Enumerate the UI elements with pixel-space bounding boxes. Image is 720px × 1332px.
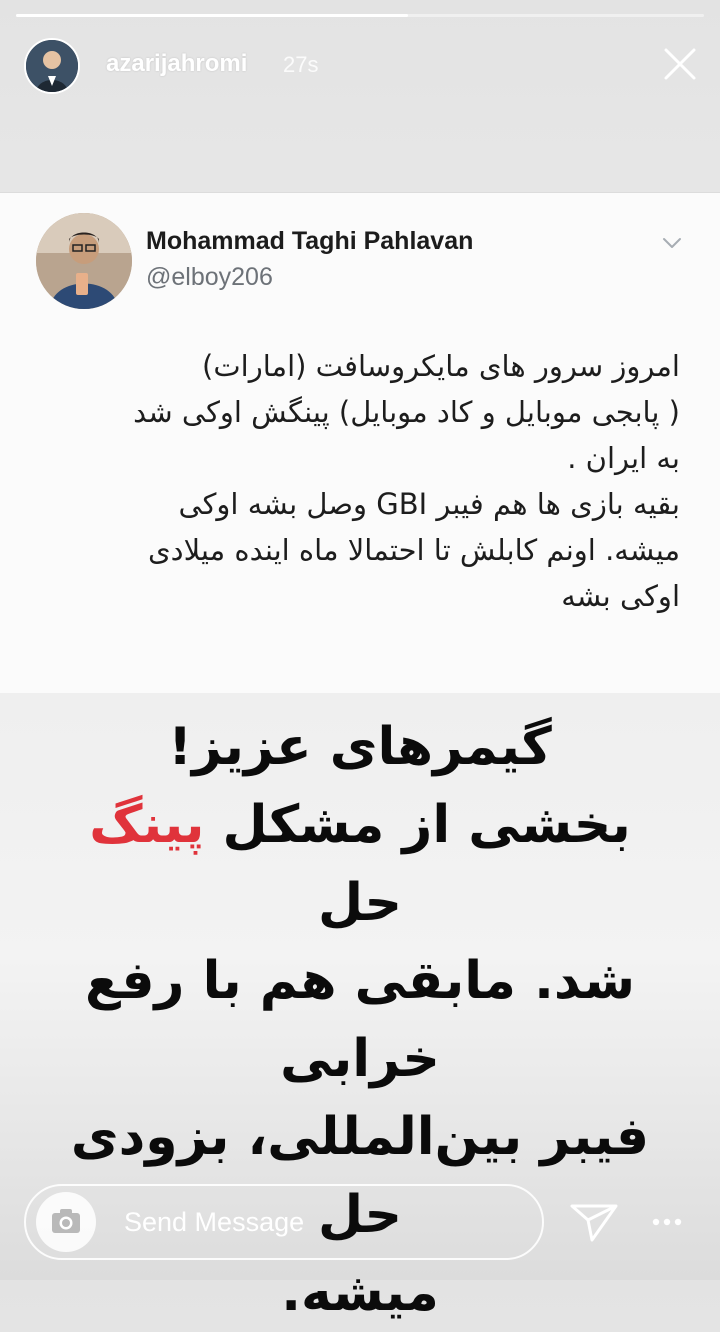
tweet-line: میشه. اونم کابلش تا احتمالا ماه اینده می… bbox=[147, 533, 680, 567]
caption-line: شد. مابقی هم با رفع خرابی bbox=[84, 951, 635, 1089]
send-message-placeholder: Send Message bbox=[124, 1207, 305, 1237]
chevron-down-icon bbox=[663, 238, 681, 248]
tweet-author-avatar bbox=[36, 213, 132, 309]
tweet-menu-button[interactable] bbox=[658, 233, 686, 253]
tweet-author-name[interactable]: Mohammad Taghi Pahlavan bbox=[146, 227, 473, 256]
caption-line: گیمرهای عزیز! bbox=[168, 717, 552, 777]
tweet-line: اوکی بشه bbox=[561, 579, 680, 613]
camera-button[interactable] bbox=[36, 1192, 96, 1252]
caption-highlight: پینگ bbox=[89, 795, 205, 855]
tweet-text: امروز سرور های مایکروسافت (امارات) ( پاب… bbox=[40, 343, 680, 619]
caption-text: حل bbox=[318, 873, 402, 933]
story-progress-bar bbox=[16, 14, 704, 17]
more-icon bbox=[652, 1218, 682, 1226]
caption-text: بخشی از مشکل bbox=[204, 795, 631, 855]
send-icon bbox=[570, 1204, 618, 1242]
more-options-button[interactable] bbox=[642, 1204, 692, 1240]
story-timestamp: 27s bbox=[283, 52, 319, 77]
tweet-line: امروز سرور های مایکروسافت (امارات) bbox=[202, 349, 680, 383]
story-progress-fill bbox=[16, 14, 409, 17]
close-icon bbox=[664, 48, 696, 80]
tweet-line: به ایران . bbox=[567, 441, 680, 475]
camera-icon bbox=[52, 1209, 80, 1233]
avatar-photo bbox=[36, 213, 132, 309]
caption-line: بخشی از مشکل پینگ حل bbox=[40, 786, 680, 942]
caption-line: میشه. bbox=[281, 1263, 439, 1323]
avatar[interactable] bbox=[24, 38, 80, 94]
send-message-input[interactable]: Send Message bbox=[24, 1184, 544, 1260]
tweet-card: Mohammad Taghi Pahlavan @elboy206 امروز … bbox=[0, 192, 720, 693]
tweet-line: بقیه بازی ها هم فیبر GBI وصل بشه اوکی bbox=[178, 487, 680, 521]
close-button[interactable] bbox=[656, 40, 704, 88]
avatar-image bbox=[26, 40, 78, 92]
tweet-line: ( پابجی موبایل و کاد موبایل) پینگش اوکی … bbox=[133, 395, 680, 429]
tweet-author-handle[interactable]: @elboy206 bbox=[146, 263, 273, 292]
send-button[interactable] bbox=[566, 1196, 622, 1248]
story-username[interactable]: azarijahromi bbox=[106, 50, 247, 78]
